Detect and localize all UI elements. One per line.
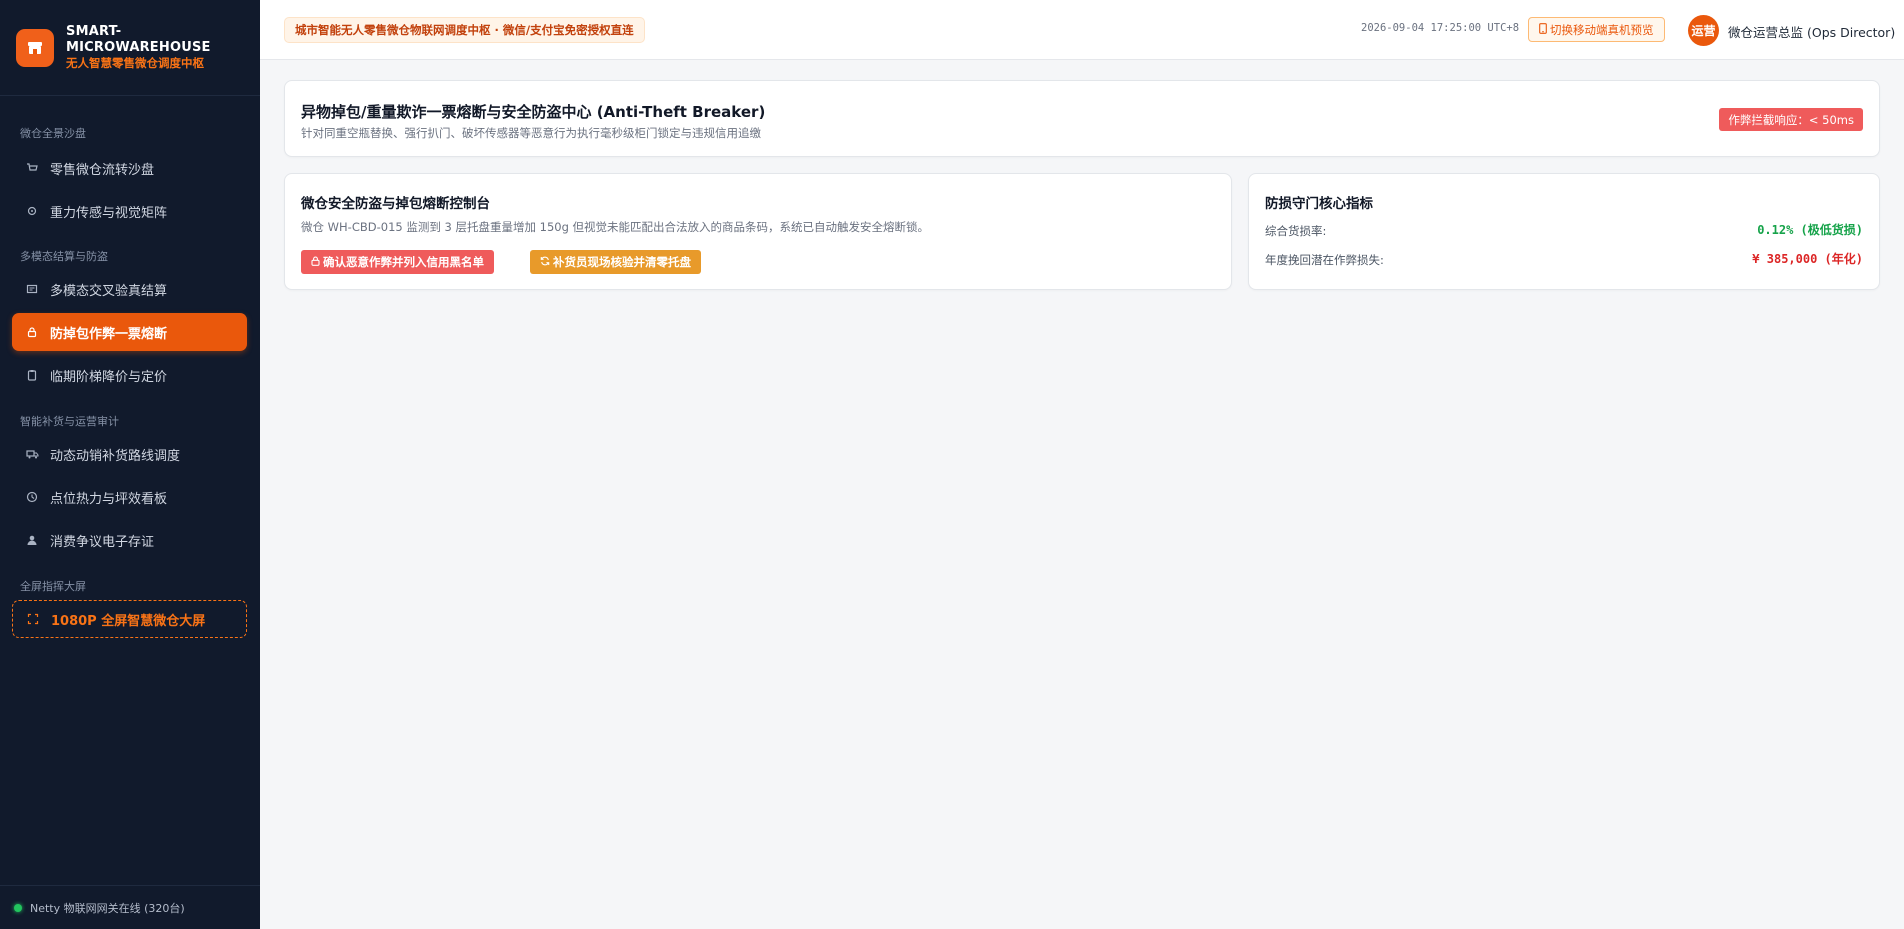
- nav-group-label: 全屏指挥大屏: [20, 580, 86, 593]
- metrics-card-title: 防损守门核心指标: [1265, 196, 1373, 212]
- mobile-preview-button[interactable]: 切换移动端真机预览: [1528, 17, 1665, 42]
- sidebar-item-label: 动态动销补货路线调度: [50, 448, 181, 464]
- sidebar-item-dispute-evidence[interactable]: 消费争议电子存证: [12, 521, 247, 559]
- online-status-dot: [14, 903, 22, 912]
- settlement-icon: [24, 281, 40, 297]
- metric-value: 0.12% (极低货损): [1757, 223, 1863, 237]
- phone-icon: [1539, 22, 1547, 37]
- onsite-verify-button[interactable]: 补货员现场核验并清零托盘: [530, 250, 701, 274]
- clock-icon: [24, 489, 40, 505]
- control-card-title: 微仓安全防盗与掉包熔断控制台: [301, 196, 490, 212]
- sidebar-item-label: 防掉包作弊一票熔断: [50, 326, 168, 342]
- breaker-control-card: 微仓安全防盗与掉包熔断控制台 微仓 WH-CBD-015 监测到 3 层托盘重量…: [284, 173, 1232, 290]
- brand-subtitle: 无人智慧零售微仓调度中枢: [66, 56, 204, 71]
- page-subtitle: 针对同重空瓶替换、强行扒门、破坏传感器等恶意行为执行毫秒级柜门锁定与违规信用追缴: [301, 126, 761, 140]
- gateway-status: Netty 物联网网关在线 (320台): [0, 885, 260, 929]
- sidebar-item-expiry-pricing[interactable]: 临期阶梯降价与定价: [12, 356, 247, 394]
- page-header-card: 异物掉包/重量欺诈一票熔断与安全防盗中心 (Anti-Theft Breaker…: [284, 80, 1880, 157]
- metric-row-loss-rate: 综合货损率: 0.12% (极低货损): [1265, 221, 1863, 239]
- clipboard-icon: [24, 367, 40, 383]
- metric-value: ¥ 385,000 (年化): [1752, 252, 1863, 266]
- sidebar-item-multimodal-settlement[interactable]: 多模态交叉验真结算: [12, 270, 247, 308]
- sidebar-item-label: 点位热力与坪效看板: [50, 491, 168, 507]
- cart-icon: [24, 160, 40, 176]
- system-datetime: 2026-09-04 17:25:00 UTC+8: [1361, 22, 1520, 34]
- sidebar-item-retail-sandbox[interactable]: 零售微仓流转沙盘: [12, 149, 247, 187]
- brand-header: SMART-MICROWAREHOUSE 无人智慧零售微仓调度中枢: [0, 0, 260, 96]
- sidebar-item-label: 多模态交叉验真结算: [50, 283, 168, 299]
- metric-row-recovered-loss: 年度挽回潜在作弊损失: ¥ 385,000 (年化): [1265, 250, 1863, 268]
- lock-icon: [311, 256, 320, 269]
- nav-group-label: 智能补货与运营审计: [20, 415, 119, 428]
- sidebar-item-label: 零售微仓流转沙盘: [50, 162, 155, 178]
- nav-group-label: 多模态结算与防盗: [20, 250, 108, 263]
- alert-description: 微仓 WH-CBD-015 监测到 3 层托盘重量增加 150g 但视觉未能匹配…: [301, 220, 930, 234]
- page-title: 异物掉包/重量欺诈一票熔断与安全防盗中心 (Anti-Theft Breaker…: [301, 103, 766, 121]
- shop-icon: [16, 28, 54, 67]
- confirm-blacklist-button[interactable]: 确认恶意作弊并列入信用黑名单: [301, 250, 494, 274]
- confirm-blacklist-label: 确认恶意作弊并列入信用黑名单: [323, 257, 484, 269]
- sidebar-item-heatmap-board[interactable]: 点位热力与坪效看板: [12, 478, 247, 516]
- sidebar-item-anti-theft-breaker[interactable]: 防掉包作弊一票熔断: [12, 313, 247, 351]
- loss-prevention-metrics-card: 防损守门核心指标 综合货损率: 0.12% (极低货损) 年度挽回潜在作弊损失:…: [1248, 173, 1880, 290]
- refresh-icon: [540, 256, 550, 269]
- brand-title: SMART-MICROWAREHOUSE: [66, 24, 211, 55]
- user-name[interactable]: 微仓运营总监 (Ops Director): [1728, 22, 1895, 41]
- sidebar-item-label: 1080P 全屏智慧微仓大屏: [51, 613, 206, 629]
- sidebar-item-label: 消费争议电子存证: [50, 534, 155, 550]
- topbar: 城市智能无人零售微仓物联网调度中枢 · 微信/支付宝免密授权直连 2026-09…: [260, 0, 1904, 60]
- metric-label: 综合货损率:: [1265, 224, 1327, 238]
- nav-group-label: 微仓全景沙盘: [20, 127, 86, 140]
- truck-icon: [24, 446, 40, 462]
- metric-label: 年度挽回潜在作弊损失:: [1265, 253, 1384, 267]
- chip-icon: [24, 203, 40, 219]
- user-icon: [24, 532, 40, 548]
- onsite-verify-label: 补货员现场核验并清零托盘: [553, 257, 691, 269]
- sidebar: SMART-MICROWAREHOUSE 无人智慧零售微仓调度中枢 微仓全景沙盘…: [0, 0, 260, 929]
- system-banner: 城市智能无人零售微仓物联网调度中枢 · 微信/支付宝免密授权直连: [284, 17, 645, 43]
- sidebar-item-label: 重力传感与视觉矩阵: [50, 205, 168, 221]
- avatar[interactable]: 运营: [1688, 15, 1719, 46]
- lock-icon: [24, 324, 40, 340]
- response-time-badge: 作弊拦截响应：< 50ms: [1719, 108, 1863, 131]
- sidebar-item-label: 临期阶梯降价与定价: [50, 369, 168, 385]
- fullscreen-icon: [25, 611, 41, 627]
- sidebar-item-fullscreen-dashboard[interactable]: 1080P 全屏智慧微仓大屏: [12, 600, 247, 638]
- sidebar-item-replenish-route[interactable]: 动态动销补货路线调度: [12, 435, 247, 473]
- gateway-status-text: Netty 物联网网关在线 (320台): [30, 901, 185, 915]
- mobile-preview-label: 切换移动端真机预览: [1550, 22, 1654, 37]
- sidebar-item-gravity-vision[interactable]: 重力传感与视觉矩阵: [12, 192, 247, 230]
